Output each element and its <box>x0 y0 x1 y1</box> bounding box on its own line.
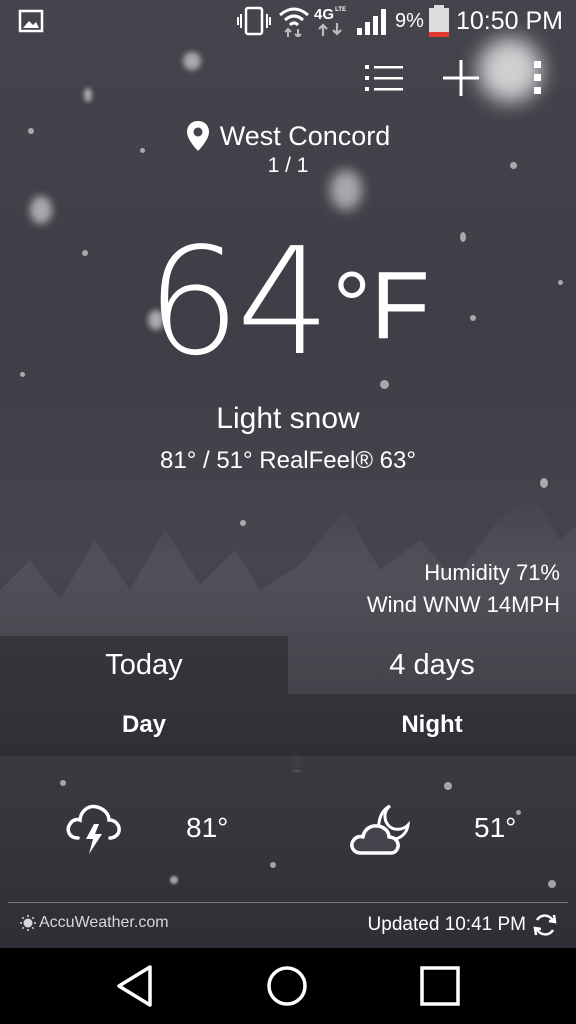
network-subtype-label: LTE <box>335 6 346 13</box>
tab-4-days[interactable]: 4 days <box>288 636 576 694</box>
more-vert-icon <box>534 61 541 94</box>
updated-time: Updated 10:41 PM <box>367 914 526 935</box>
accuweather-link[interactable]: AccuWeather.com <box>20 914 169 932</box>
wind-text: Wind WNW 14MPH <box>366 592 560 617</box>
recents-button[interactable] <box>405 956 475 1016</box>
gallery-notification-icon <box>18 0 44 42</box>
night-temperature: 51° <box>474 812 517 843</box>
back-icon <box>117 965 152 1007</box>
home-button[interactable] <box>252 956 322 1016</box>
recents-icon <box>420 966 460 1006</box>
add-location-button[interactable] <box>437 54 485 102</box>
partly-cloudy-night-icon <box>350 804 410 855</box>
weather-screen: 4G LTE 9% 10:50 PM West Concord 1 / 1 64… <box>0 0 576 948</box>
location-name: West Concord <box>219 120 391 151</box>
home-icon <box>267 966 307 1006</box>
vibrate-icon <box>237 0 271 42</box>
add-icon <box>443 60 479 96</box>
humidity-text: Humidity 71% <box>424 560 560 585</box>
status-bar: 4G LTE 9% 10:50 PM <box>0 0 576 42</box>
page-indicator: 1 / 1 <box>267 154 309 177</box>
battery-icon <box>427 0 451 42</box>
day-label: Day <box>121 711 167 738</box>
back-button[interactable] <box>100 956 170 1016</box>
accuweather-brand: AccuWeather.com <box>39 914 169 931</box>
day-night-header: Day Night <box>0 694 576 756</box>
tab-today[interactable]: Today <box>0 636 288 694</box>
footer-divider <box>8 902 568 903</box>
temperature-value: 64 <box>146 216 330 388</box>
network-type-label: 4G <box>314 5 335 23</box>
night-forecast[interactable]: 51° <box>288 790 576 870</box>
hi-lo-realfeel: 81° / 51° RealFeel® 63° <box>160 447 416 474</box>
condition-text: Light snow <box>216 402 360 435</box>
temperature-unit: °F <box>332 252 430 359</box>
refresh-button[interactable] <box>532 912 558 943</box>
current-temperature: 64 °F <box>0 216 576 388</box>
location-pin-icon <box>186 121 209 151</box>
refresh-icon <box>533 914 557 936</box>
overflow-menu-button[interactable] <box>514 54 562 102</box>
battery-percent: 9% <box>395 9 424 32</box>
list-icon <box>365 65 403 91</box>
location-header[interactable]: West Concord <box>0 116 576 156</box>
day-temperature: 81° <box>186 812 229 843</box>
clock: 10:50 PM <box>456 6 564 35</box>
locations-list-button[interactable] <box>360 54 408 102</box>
mobile-data-icon: 4G LTE <box>314 0 346 42</box>
accuweather-logo-icon <box>20 915 36 931</box>
thunderstorm-icon <box>66 804 121 854</box>
wifi-icon <box>278 0 310 42</box>
day-forecast[interactable]: 81° <box>0 790 288 870</box>
signal-icon <box>356 0 390 42</box>
navigation-bar <box>0 948 576 1024</box>
night-label: Night <box>401 711 463 738</box>
